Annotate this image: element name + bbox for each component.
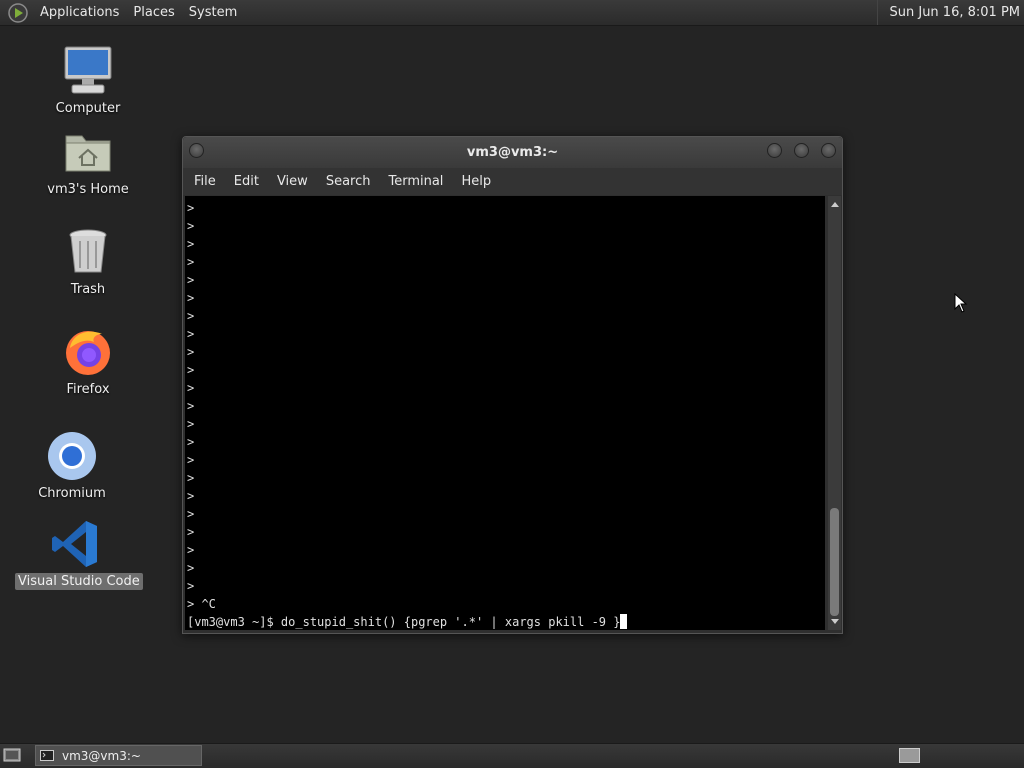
window-titlebar[interactable]: vm3@vm3:~ — [183, 137, 842, 168]
desktop-icon-label: Visual Studio Code — [15, 573, 143, 590]
taskbar-button-label: vm3@vm3:~ — [62, 748, 141, 763]
desktop-icon-label: Chromium — [38, 486, 106, 501]
menu-places[interactable]: Places — [126, 5, 181, 20]
terminal-icon — [40, 750, 54, 761]
terminal-line: > — [187, 507, 195, 521]
terminal-line: > — [187, 345, 195, 359]
terminal-line: > — [187, 417, 195, 431]
maximize-button[interactable] — [794, 143, 809, 158]
terminal-line: > — [187, 291, 195, 305]
clock[interactable]: Sun Jun 16, 8:01 PM — [876, 0, 1024, 25]
terminal-line: > — [187, 435, 195, 449]
desktop-icon-firefox[interactable]: Firefox — [43, 326, 133, 398]
top-panel: Applications Places System Sun Jun 16, 8… — [0, 0, 1024, 26]
text-cursor — [620, 614, 628, 629]
chromium-icon — [48, 432, 96, 480]
terminal-line: > — [187, 489, 195, 503]
menu-applications[interactable]: Applications — [33, 5, 126, 20]
terminal-line: > — [187, 237, 195, 251]
terminal-window[interactable]: vm3@vm3:~ File Edit View Search Terminal… — [182, 136, 843, 634]
taskbar-terminal-button[interactable]: vm3@vm3:~ — [35, 745, 202, 766]
desktop-icon-computer[interactable]: Computer — [43, 45, 133, 117]
terminal-menubar: File Edit View Search Terminal Help — [183, 168, 842, 195]
terminal-line: > — [187, 219, 195, 233]
terminal-line: > — [187, 399, 195, 413]
terminal-line: > ^C — [187, 597, 216, 611]
terminal-line: > — [187, 309, 195, 323]
terminal-line: > — [187, 561, 195, 575]
menu-search[interactable]: Search — [317, 174, 380, 189]
firefox-icon — [66, 331, 110, 375]
applications-menu-icon[interactable] — [8, 2, 28, 23]
desktop-icon-trash[interactable]: Trash — [43, 226, 133, 298]
desktop-icon-label: Firefox — [66, 382, 110, 397]
mouse-pointer-icon — [954, 293, 968, 313]
home-folder-icon — [65, 135, 111, 172]
terminal-line: > — [187, 543, 195, 557]
terminal-line: > — [187, 327, 195, 341]
desktop-icon-label: Trash — [70, 282, 106, 297]
terminal-prompt-line[interactable]: [vm3@vm3 ~]$ do_stupid_shit() {pgrep '.*… — [187, 613, 825, 630]
menu-edit[interactable]: Edit — [225, 174, 268, 189]
terminal-line: > — [187, 201, 195, 215]
minimize-button[interactable] — [767, 143, 782, 158]
desktop-icon-label: Computer — [55, 101, 121, 116]
terminal-line: > — [187, 471, 195, 485]
computer-icon — [64, 46, 112, 94]
trash-icon — [69, 229, 107, 273]
menu-help[interactable]: Help — [452, 174, 500, 189]
desktop-icon-chromium[interactable]: Chromium — [27, 430, 117, 502]
terminal-line: > — [187, 453, 195, 467]
scroll-down-arrow-icon[interactable] — [831, 619, 839, 624]
menu-file[interactable]: File — [185, 174, 225, 189]
close-button[interactable] — [821, 143, 836, 158]
menu-terminal[interactable]: Terminal — [379, 174, 452, 189]
terminal-scrollbar[interactable] — [828, 196, 841, 630]
bottom-panel: vm3@vm3:~ — [0, 743, 1024, 768]
terminal-lines: > > > > > > > > > > > > > > > > > > > > > > > ^C — [187, 199, 825, 613]
menu-view[interactable]: View — [268, 174, 317, 189]
terminal-line: > — [187, 363, 195, 377]
prompt-command-text: [vm3@vm3 ~]$ do_stupid_shit() {pgrep '.*… — [187, 615, 621, 629]
terminal-line: > — [187, 273, 195, 287]
vscode-icon — [52, 521, 97, 567]
terminal-output[interactable]: > > > > > > > > > > > > > > > > > > > > > > > ^C [vm3@vm3 ~]$ … — [185, 196, 825, 630]
scroll-up-arrow-icon[interactable] — [831, 202, 839, 207]
terminal-line: > — [187, 579, 195, 593]
workspace-switcher[interactable] — [899, 748, 920, 763]
desktop-icon-vscode[interactable]: Visual Studio Code — [15, 518, 143, 590]
show-desktop-icon[interactable] — [3, 748, 21, 762]
scrollbar-thumb[interactable] — [830, 508, 839, 616]
terminal-line: > — [187, 525, 195, 539]
desktop-icon-home[interactable]: vm3's Home — [43, 126, 133, 198]
terminal-line: > — [187, 255, 195, 269]
desktop-icon-label: vm3's Home — [47, 182, 129, 197]
window-title: vm3@vm3:~ — [466, 145, 559, 160]
menu-system[interactable]: System — [182, 5, 244, 20]
terminal-line: > — [187, 381, 195, 395]
